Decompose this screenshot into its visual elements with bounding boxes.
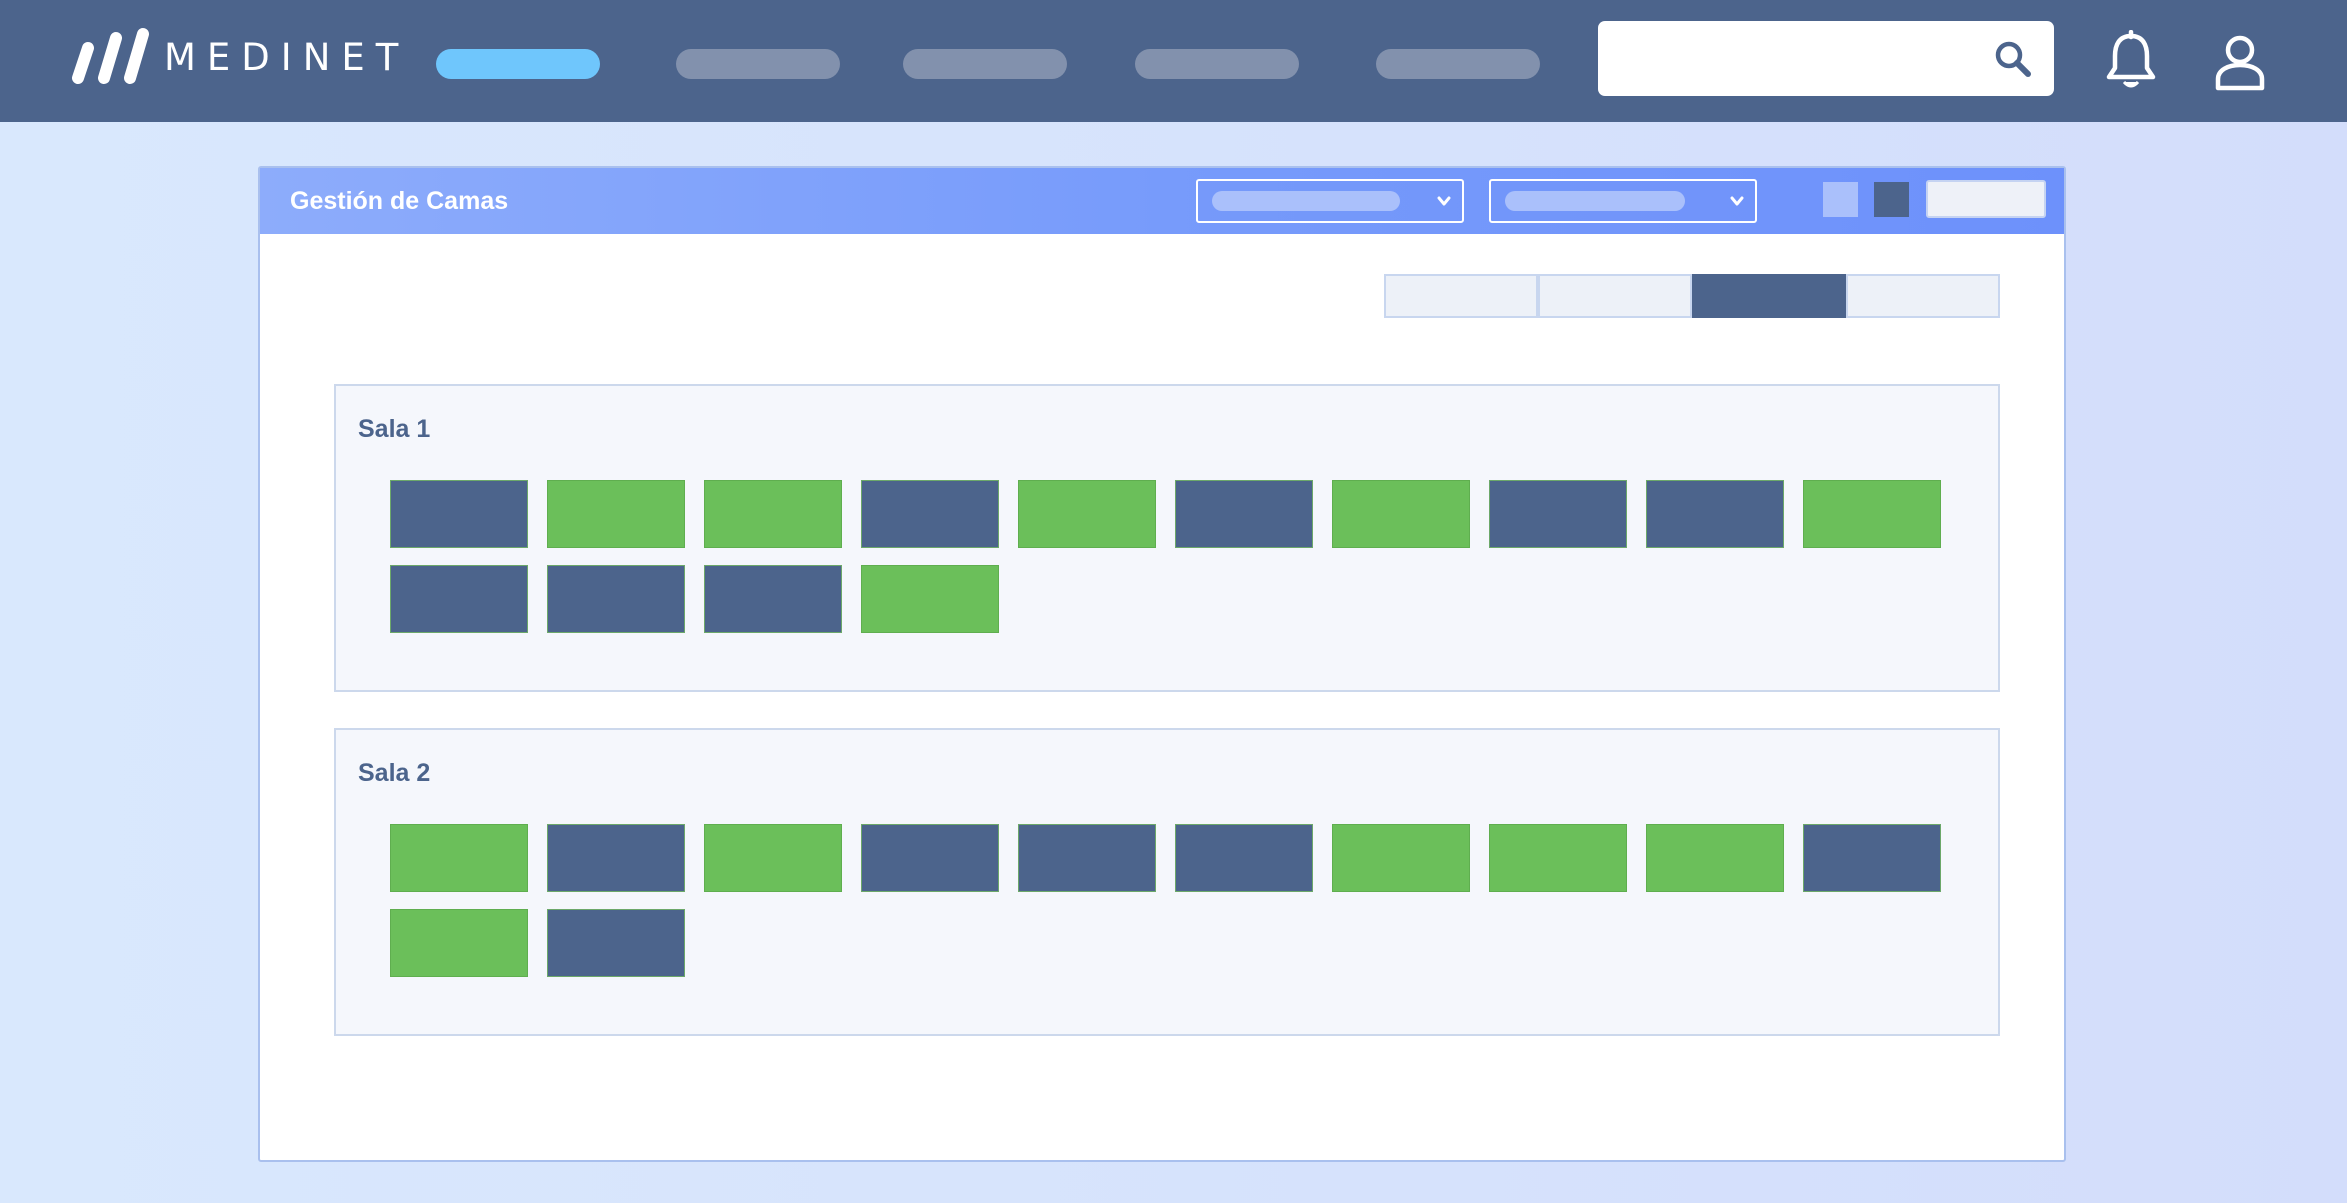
user-icon[interactable] bbox=[2214, 32, 2266, 92]
filter-select-2-value bbox=[1505, 191, 1685, 211]
logo-mark-icon bbox=[72, 28, 149, 84]
view-option-dark[interactable] bbox=[1874, 182, 1909, 217]
bed-tile-occupied[interactable] bbox=[1646, 480, 1784, 548]
panel-title: Gestión de Camas bbox=[290, 187, 509, 215]
view-toggle-group bbox=[1384, 274, 2000, 318]
room-title: Sala 1 bbox=[358, 415, 431, 443]
filter-select-2[interactable] bbox=[1489, 179, 1757, 223]
bed-tile-occupied[interactable] bbox=[547, 824, 685, 892]
bed-tile-free[interactable] bbox=[1646, 824, 1784, 892]
chevron-down-icon bbox=[1730, 196, 1744, 206]
view-toggle-option-1[interactable] bbox=[1384, 274, 1538, 318]
bed-tile-free[interactable] bbox=[1332, 824, 1470, 892]
bed-management-panel: Gestión de Camas Sala 1 Sala 2 bbox=[258, 166, 2066, 1162]
search-box bbox=[1598, 21, 2054, 96]
room-card: Sala 2 bbox=[334, 728, 2000, 1036]
bed-tile-free[interactable] bbox=[1018, 480, 1156, 548]
bed-tile-free[interactable] bbox=[1489, 824, 1627, 892]
bed-tile-free[interactable] bbox=[390, 824, 528, 892]
brand-name: MEDINET bbox=[164, 35, 410, 79]
view-toggle-option-3[interactable] bbox=[1692, 274, 1846, 318]
filter-select-1-value bbox=[1212, 191, 1400, 211]
bed-tile-free[interactable] bbox=[1803, 480, 1941, 548]
panel-header: Gestión de Camas bbox=[260, 168, 2064, 234]
top-navigation-bar: MEDINET bbox=[0, 0, 2347, 122]
bed-tile-occupied[interactable] bbox=[1018, 824, 1156, 892]
bed-tile-occupied[interactable] bbox=[861, 824, 999, 892]
bed-tile-occupied[interactable] bbox=[390, 565, 528, 633]
bed-tile-free[interactable] bbox=[704, 480, 842, 548]
header-action-button[interactable] bbox=[1926, 180, 2046, 218]
view-toggle-option-2[interactable] bbox=[1538, 274, 1692, 318]
room-title: Sala 2 bbox=[358, 759, 431, 787]
bed-tile-occupied[interactable] bbox=[390, 480, 528, 548]
view-option-light[interactable] bbox=[1823, 182, 1858, 217]
nav-item-2[interactable] bbox=[676, 49, 840, 79]
search-input[interactable] bbox=[1614, 33, 1978, 85]
bed-tile-occupied[interactable] bbox=[704, 565, 842, 633]
bed-tile-occupied[interactable] bbox=[1803, 824, 1941, 892]
room-card: Sala 1 bbox=[334, 384, 2000, 692]
bed-tile-free[interactable] bbox=[704, 824, 842, 892]
bed-tile-occupied[interactable] bbox=[547, 565, 685, 633]
bell-icon[interactable] bbox=[2105, 30, 2157, 92]
search-icon[interactable] bbox=[1992, 38, 2034, 80]
filter-select-1[interactable] bbox=[1196, 179, 1464, 223]
bed-tile-free[interactable] bbox=[547, 480, 685, 548]
bed-tile-occupied[interactable] bbox=[1175, 824, 1313, 892]
logo[interactable]: MEDINET bbox=[66, 26, 409, 88]
view-toggle-option-4[interactable] bbox=[1846, 274, 2000, 318]
nav-item-3[interactable] bbox=[903, 49, 1067, 79]
nav-item-4[interactable] bbox=[1135, 49, 1299, 79]
bed-tile-occupied[interactable] bbox=[861, 480, 999, 548]
bed-tile-free[interactable] bbox=[1332, 480, 1470, 548]
bed-tile-free[interactable] bbox=[390, 909, 528, 977]
nav-item-5[interactable] bbox=[1376, 49, 1540, 79]
nav-item-1[interactable] bbox=[436, 49, 600, 79]
bed-tile-free[interactable] bbox=[861, 565, 999, 633]
chevron-down-icon bbox=[1437, 196, 1451, 206]
bed-tile-occupied[interactable] bbox=[547, 909, 685, 977]
bed-tile-occupied[interactable] bbox=[1175, 480, 1313, 548]
bed-tile-occupied[interactable] bbox=[1489, 480, 1627, 548]
